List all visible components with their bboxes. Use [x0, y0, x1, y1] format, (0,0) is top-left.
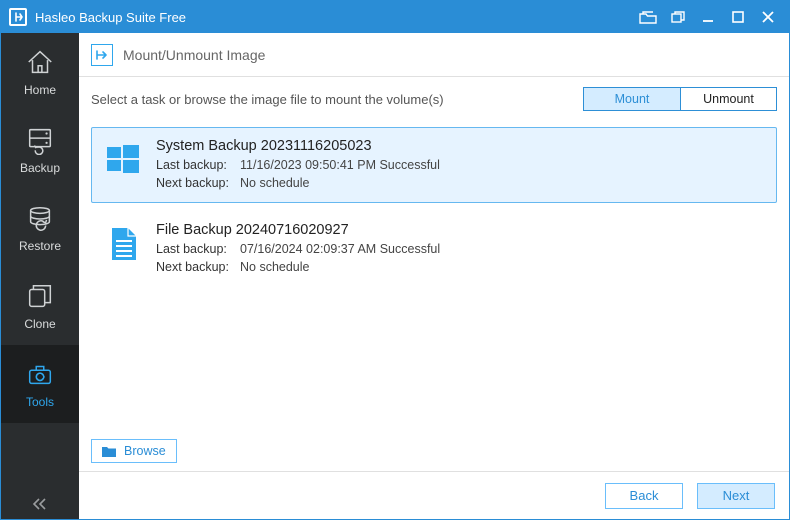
mount-tab[interactable]: Mount [584, 88, 680, 110]
browse-label: Browse [124, 444, 166, 458]
chevron-left-double-icon [32, 497, 48, 511]
task-name: System Backup 20231116205023 [156, 138, 440, 154]
sidebar-item-restore[interactable]: Restore [1, 189, 79, 267]
app-icon [9, 8, 27, 26]
sidebar-spacer [1, 423, 79, 489]
page-header: Mount/Unmount Image [79, 33, 789, 77]
sidebar-item-label: Backup [20, 161, 60, 175]
app-window: Hasleo Backup Suite Free Home Backup [0, 0, 790, 520]
next-button[interactable]: Next [697, 483, 775, 509]
last-backup-label: Last backup: [156, 158, 230, 172]
sidebar-item-label: Tools [26, 395, 54, 409]
app-title: Hasleo Backup Suite Free [35, 10, 633, 25]
sidebar-item-label: Home [24, 83, 56, 97]
open-icon[interactable] [633, 1, 663, 33]
restore-icon [25, 203, 55, 233]
last-backup-value: 11/16/2023 09:50:41 PM Successful [240, 158, 440, 172]
task-list: System Backup 20231116205023 Last backup… [79, 121, 789, 293]
prompt-text: Select a task or browse the image file t… [91, 92, 573, 107]
last-backup-label: Last backup: [156, 242, 230, 256]
maximize-icon[interactable] [723, 1, 753, 33]
sidebar-item-tools[interactable]: Tools [1, 345, 79, 423]
sidebar-collapse[interactable] [1, 489, 79, 519]
mount-image-icon [91, 44, 113, 66]
task-item[interactable]: System Backup 20231116205023 Last backup… [91, 127, 777, 203]
titlebar: Hasleo Backup Suite Free [1, 1, 789, 33]
sidebar: Home Backup Restore Clone Tools [1, 33, 79, 519]
main: Mount/Unmount Image Select a task or bro… [79, 33, 789, 519]
backup-icon [25, 125, 55, 155]
task-name: File Backup 20240716020927 [156, 222, 440, 238]
body: Home Backup Restore Clone Tools [1, 33, 789, 519]
browse-row: Browse [79, 431, 789, 471]
mount-unmount-toggle: Mount Unmount [583, 87, 777, 111]
main-spacer [79, 293, 789, 431]
minimize-icon[interactable] [693, 1, 723, 33]
windows-icon [104, 141, 142, 179]
task-body: File Backup 20240716020927 Last backup: … [156, 222, 440, 274]
sidebar-item-label: Restore [19, 239, 61, 253]
restore-window-icon[interactable] [663, 1, 693, 33]
subheader: Select a task or browse the image file t… [79, 77, 789, 121]
task-item[interactable]: File Backup 20240716020927 Last backup: … [91, 211, 777, 287]
back-button[interactable]: Back [605, 483, 683, 509]
next-backup-value: No schedule [240, 176, 310, 190]
task-last-row: Last backup: 11/16/2023 09:50:41 PM Succ… [156, 158, 440, 172]
next-backup-label: Next backup: [156, 176, 230, 190]
task-last-row: Last backup: 07/16/2024 02:09:37 AM Succ… [156, 242, 440, 256]
sidebar-item-home[interactable]: Home [1, 33, 79, 111]
sidebar-item-clone[interactable]: Clone [1, 267, 79, 345]
task-body: System Backup 20231116205023 Last backup… [156, 138, 440, 190]
browse-button[interactable]: Browse [91, 439, 177, 463]
unmount-tab[interactable]: Unmount [680, 88, 776, 110]
next-backup-label: Next backup: [156, 260, 230, 274]
footer: Back Next [79, 471, 789, 519]
close-icon[interactable] [753, 1, 783, 33]
tools-icon [25, 359, 55, 389]
sidebar-item-backup[interactable]: Backup [1, 111, 79, 189]
folder-icon [102, 445, 116, 457]
task-next-row: Next backup: No schedule [156, 176, 440, 190]
file-icon [104, 225, 142, 263]
page-title: Mount/Unmount Image [123, 47, 265, 63]
next-backup-value: No schedule [240, 260, 310, 274]
home-icon [25, 47, 55, 77]
task-next-row: Next backup: No schedule [156, 260, 440, 274]
clone-icon [25, 281, 55, 311]
sidebar-item-label: Clone [24, 317, 55, 331]
last-backup-value: 07/16/2024 02:09:37 AM Successful [240, 242, 440, 256]
